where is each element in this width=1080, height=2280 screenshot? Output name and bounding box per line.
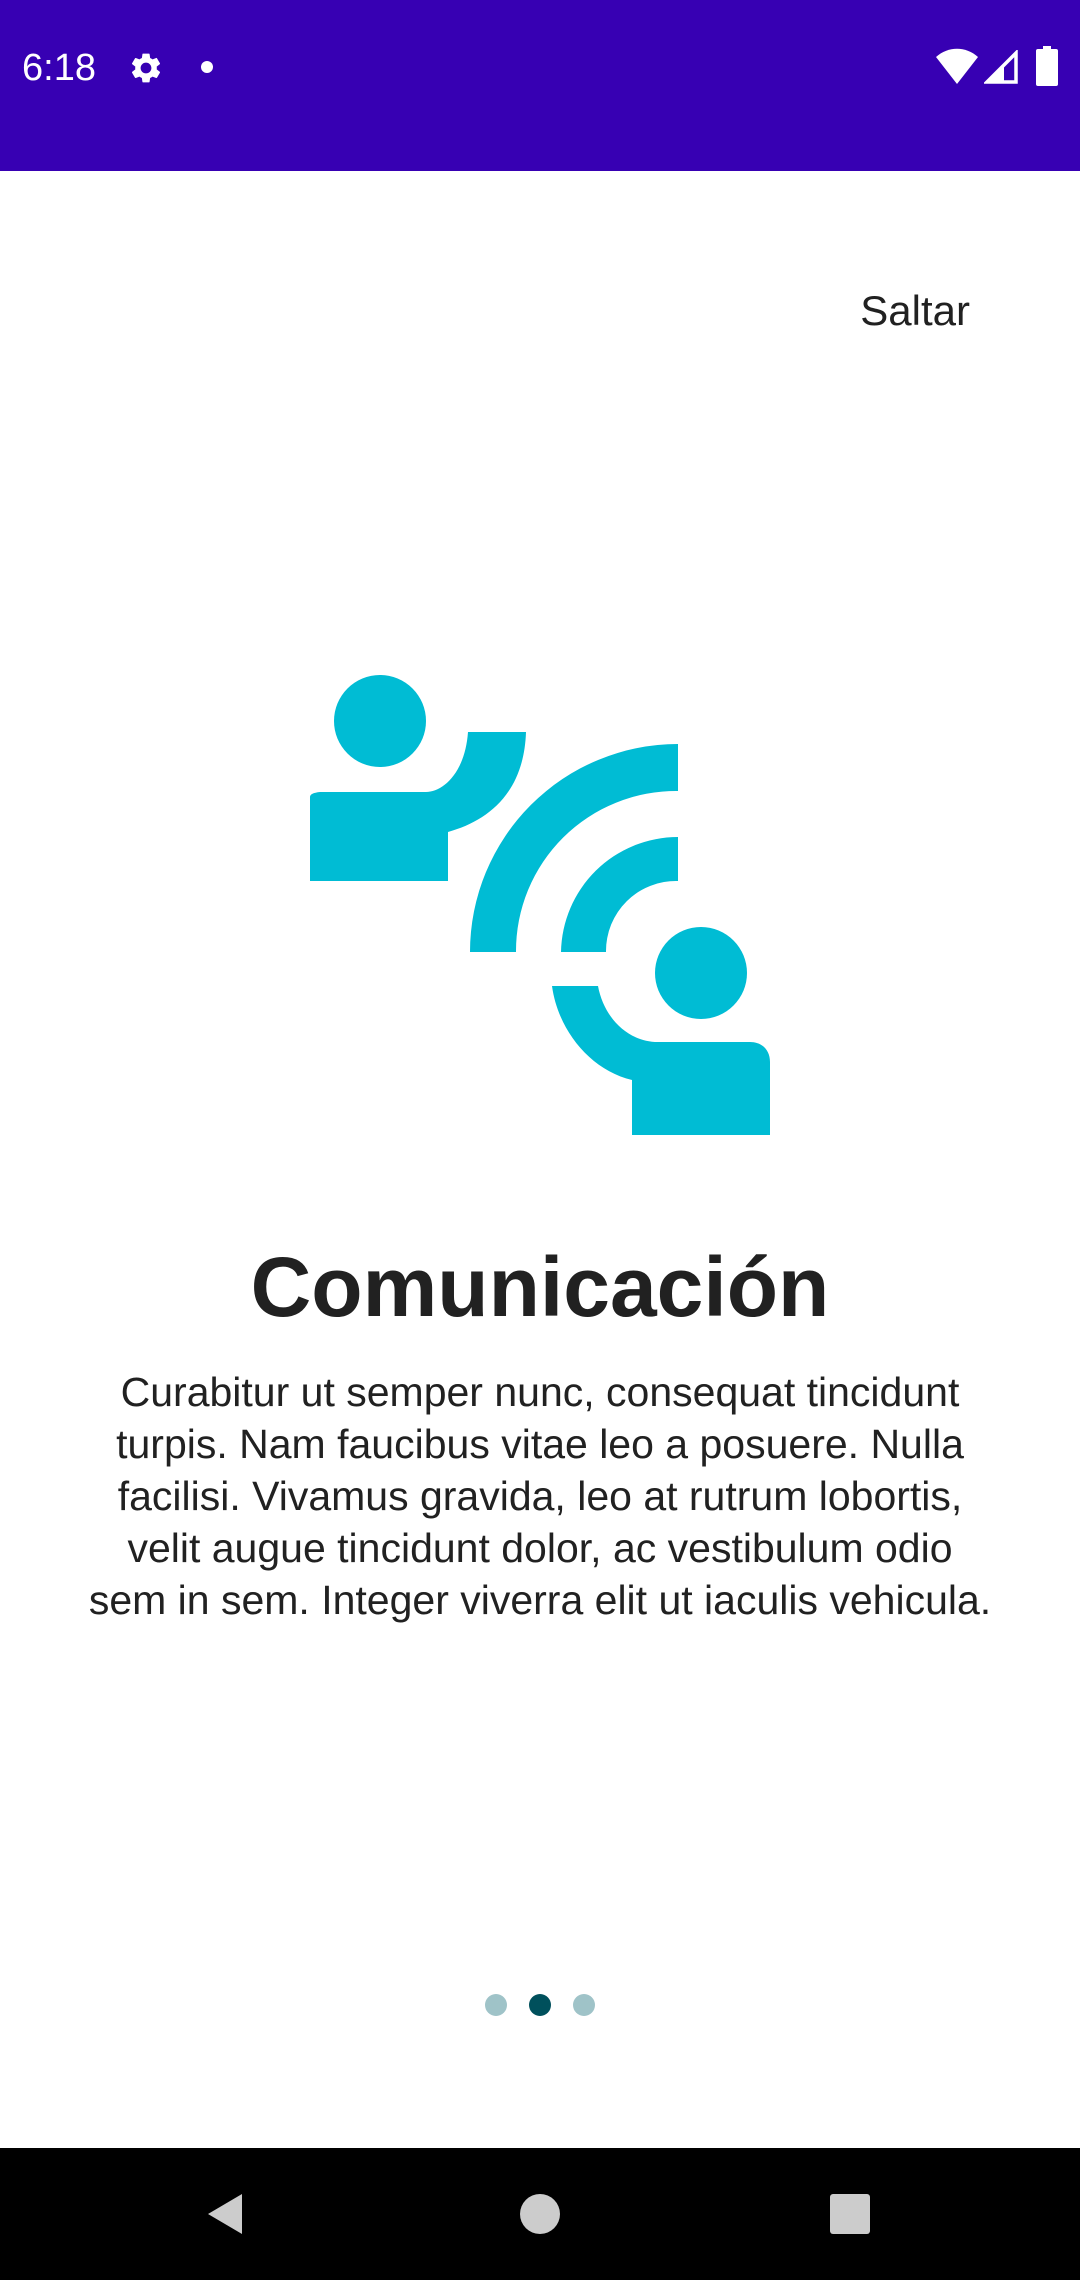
communication-people-icon <box>310 675 770 1135</box>
wifi-icon <box>936 48 978 84</box>
page-description: Curabitur ut semper nunc, consequat tinc… <box>88 1369 992 1623</box>
home-icon[interactable] <box>512 2186 568 2242</box>
page-indicator-dot-2-active[interactable] <box>529 1994 551 2016</box>
back-icon[interactable] <box>198 2186 254 2242</box>
navigation-bar <box>0 2148 1080 2280</box>
status-time: 6:18 <box>22 47 96 89</box>
recents-icon[interactable] <box>822 2186 878 2242</box>
gear-icon <box>131 53 161 83</box>
page-indicator-dot-3[interactable] <box>573 1994 595 2016</box>
page-title: Comunicación <box>250 1240 830 1334</box>
status-bar: 6:18 <box>0 0 1080 171</box>
page-indicator-dot-1[interactable] <box>485 1994 507 2016</box>
skip-button[interactable]: Saltar <box>860 283 970 339</box>
page-indicator <box>0 1994 1080 2016</box>
notification-dot-icon <box>201 61 213 73</box>
battery-icon <box>1036 46 1058 86</box>
signal-icon <box>984 50 1018 84</box>
